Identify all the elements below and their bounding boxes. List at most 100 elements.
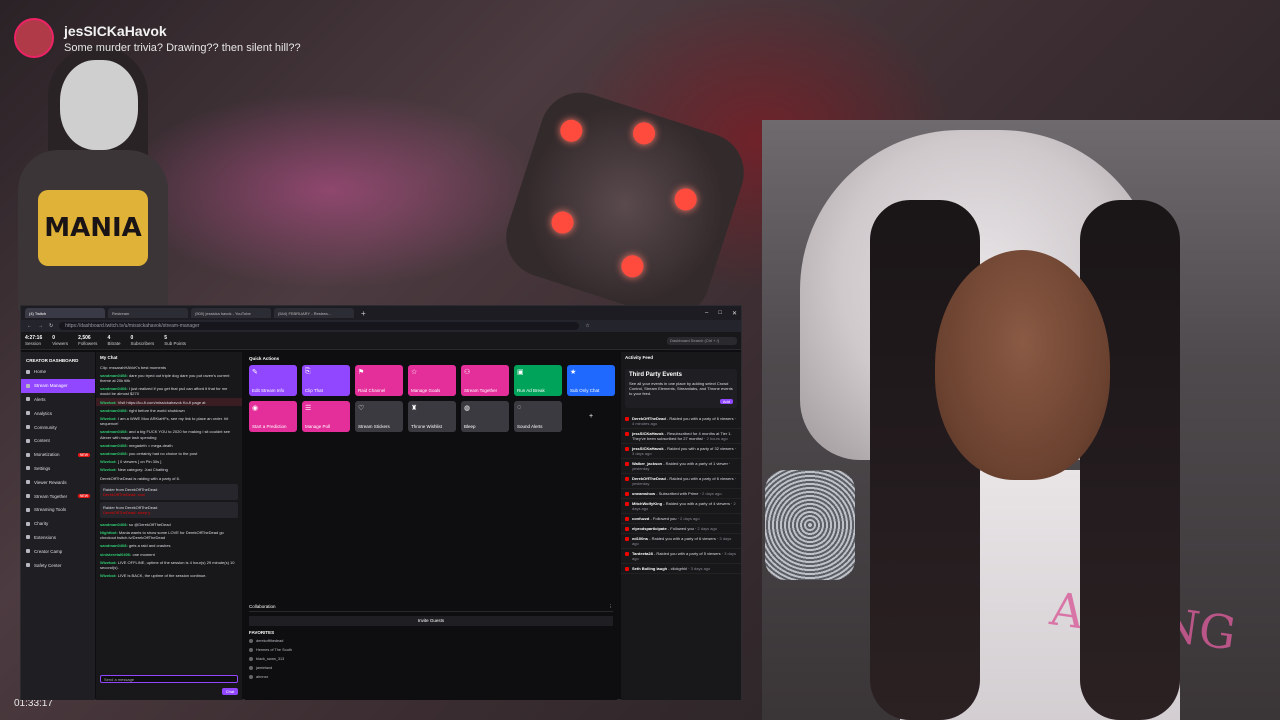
- quick-action-icon: ☰: [305, 405, 312, 412]
- friend-name: derekoffthedead: [256, 638, 284, 643]
- chat-username[interactable]: Wizebot:: [100, 467, 117, 472]
- sidebar-item-safety-center[interactable]: Safety Center: [21, 558, 95, 572]
- tab-youtube[interactable]: (500) jessicka havok - YouTube: [191, 308, 271, 318]
- activity-text: Raided you with a party of 6 viewers: [669, 476, 734, 481]
- quick-action-label: Clip That: [305, 388, 323, 393]
- sidebar-item-settings[interactable]: Settings: [21, 462, 95, 476]
- sidebar-item-content[interactable]: Content: [21, 434, 95, 448]
- quick-action-clip-that[interactable]: ⎘ Clip That: [302, 365, 350, 396]
- tab-twitch[interactable]: (4) Twitch: [25, 308, 105, 318]
- quick-action-stream-together[interactable]: ⚇ Stream Together: [461, 365, 509, 396]
- sidebar-item-streaming-tools[interactable]: Streaming Tools: [21, 503, 95, 517]
- event-icon: [625, 492, 629, 496]
- quick-action-icon: ⚑: [358, 369, 365, 376]
- creator-sidebar: CREATOR DASHBOARD Home Stream Manager Aler…: [21, 352, 95, 700]
- chat-text: [ 0 viewers ] on Pin 30s ]: [117, 459, 162, 465]
- quick-action-start-a-prediction[interactable]: ◉ Start a Prediction: [249, 401, 297, 432]
- sidebar-icon: [26, 438, 30, 443]
- more-options-icon[interactable]: ⋮: [609, 604, 614, 610]
- forward-icon[interactable]: →: [38, 323, 43, 329]
- dashboard-search-input[interactable]: Dashboard Search (Ctrl + /): [667, 336, 737, 345]
- tab-restream[interactable]: Restream: [108, 308, 188, 318]
- quick-action-icon: ★: [570, 369, 577, 376]
- chat-username[interactable]: sandman0408:: [100, 522, 128, 527]
- sidebar-item-alerts[interactable]: Alerts: [21, 393, 95, 407]
- event-icon: [625, 502, 629, 506]
- chat-username[interactable]: Wizebot:: [100, 459, 117, 464]
- sidebar-item-extensions[interactable]: Extensions: [21, 531, 95, 545]
- quick-action-raid-channel[interactable]: ⚑ Raid Channel: [355, 365, 403, 396]
- activity-user[interactable]: confuzzd: [632, 516, 649, 521]
- quick-action-stream-stickers[interactable]: ♡ Stream Stickers: [355, 401, 403, 432]
- address-input[interactable]: https://dashboard.twitch.tv/u/missickaha…: [59, 322, 580, 330]
- star-icon[interactable]: ☆: [585, 323, 589, 329]
- stat-session: 4:27:16 Session: [25, 334, 43, 346]
- friend-name: Hermes of The South: [256, 647, 293, 652]
- chat-username[interactable]: sandman0408:: [100, 451, 128, 456]
- chat-input[interactable]: Send a message: [100, 675, 238, 683]
- favorite-friend[interactable]: derekoffthedead: [249, 637, 613, 644]
- activity-user[interactable]: Seth Bolling laugh: [632, 566, 667, 571]
- sidebar-item-analytics[interactable]: Analytics: [21, 406, 95, 420]
- sidebar-item-viewer-rewards[interactable]: Viewer Rewards: [21, 475, 95, 489]
- quick-action-sound-alerts[interactable]: ◌ Sound Alerts: [514, 401, 562, 432]
- add-button[interactable]: Add: [719, 399, 733, 404]
- activity-user[interactable]: oneamshow: [632, 491, 655, 496]
- stream-stats-bar: 4:27:16 Session 0 Viewers 2,506 Followers 4…: [21, 332, 741, 350]
- sidebar-item-home[interactable]: Home: [21, 365, 95, 379]
- minimize-button[interactable]: –: [705, 310, 708, 317]
- sidebar-item-stream-together[interactable]: Stream Together NEW: [21, 489, 95, 503]
- favorite-friend[interactable]: Hermes of The South: [249, 646, 613, 653]
- sidebar-item-label: Extensions: [34, 534, 57, 540]
- favorite-friend[interactable]: jamieland: [249, 664, 613, 671]
- sidebar-item-stream-manager[interactable]: Stream Manager: [21, 378, 95, 393]
- chat-send-button[interactable]: Chat: [222, 688, 238, 695]
- raid-card-line: DerekOffTheDead: cool: [103, 492, 145, 498]
- chat-message: sandman0408: gets a raid and crashes: [96, 542, 242, 550]
- stat-sub-points: 5 Sub Points: [164, 334, 186, 346]
- chat-username[interactable]: sandman0408:: [100, 443, 128, 448]
- chat-username[interactable]: sandman0408:: [100, 543, 128, 548]
- event-icon: [625, 517, 629, 521]
- quick-action-manage-poll[interactable]: ☰ Manage Poll: [302, 401, 350, 432]
- quick-action-manage-goals[interactable]: ☆ Manage Goals: [408, 365, 456, 396]
- activity-body: elprodsparticipate - Followed you · 2 da…: [632, 526, 717, 531]
- chat-username[interactable]: sandman0408:: [100, 408, 128, 413]
- sidebar-item-charity[interactable]: Charity: [21, 517, 95, 531]
- sidebar-icon: [26, 563, 30, 568]
- quick-action-icon: +: [588, 413, 594, 420]
- quick-action-throne-wishlist[interactable]: ♜ Throne Wishlist: [408, 401, 456, 432]
- chat-message: sandman0408: I just realized if you get …: [96, 385, 242, 398]
- quick-action-icon: ⚇: [464, 369, 471, 376]
- chat-username[interactable]: sinisteretal0406:: [100, 552, 131, 557]
- sidebar-item-creator-camp[interactable]: Creator Camp: [21, 544, 95, 558]
- close-button[interactable]: ✕: [732, 310, 737, 317]
- quick-action-bleep[interactable]: ◍ Bleep: [461, 401, 509, 432]
- friend-name: ahnnxx: [256, 674, 269, 679]
- quick-action-add[interactable]: +: [567, 401, 615, 432]
- invite-guests-button[interactable]: Invite Guests: [249, 616, 613, 626]
- sidebar-item-community[interactable]: Community: [21, 420, 95, 434]
- quick-action-edit-stream-info[interactable]: ✎ Edit Stream Info: [249, 365, 297, 396]
- activity-item: Walker_jackson - Raided you with a party…: [621, 459, 741, 474]
- new-tab-button[interactable]: +: [361, 309, 366, 318]
- quick-action-run-ad-break[interactable]: ▣ Run Ad Break: [514, 365, 562, 396]
- chat-username[interactable]: Wizebot:: [100, 400, 117, 405]
- sidebar-icon: [26, 549, 30, 554]
- tab-restream-feb[interactable]: (544) FEBRUARY - Restrea...: [274, 308, 354, 318]
- collaboration-title: Collaboration: [249, 604, 276, 609]
- back-icon[interactable]: ←: [27, 323, 32, 329]
- sidebar-header: CREATOR DASHBOARD: [26, 358, 79, 363]
- favorite-friend[interactable]: ahnnxx: [249, 673, 613, 680]
- chat-message: Wizebot: LIVE is BACK, the uptime of the…: [96, 572, 242, 580]
- chat-message: sandman0408: dare you tryed out triple d…: [96, 371, 242, 384]
- maximize-button[interactable]: □: [718, 310, 722, 317]
- quick-action-sub-only-chat[interactable]: ★ Sub Only Chat: [567, 365, 615, 396]
- chat-username[interactable]: Wizebot:: [100, 573, 117, 578]
- favorite-friend[interactable]: black_swan_313: [249, 655, 613, 662]
- quick-action-label: Sub Only Chat: [570, 388, 600, 393]
- sidebar-item-monetization[interactable]: Monetization NEW: [21, 448, 95, 462]
- friend-avatar: [249, 656, 253, 661]
- activity-user[interactable]: elprodsparticipate: [632, 526, 667, 531]
- reload-icon[interactable]: ↻: [49, 323, 53, 329]
